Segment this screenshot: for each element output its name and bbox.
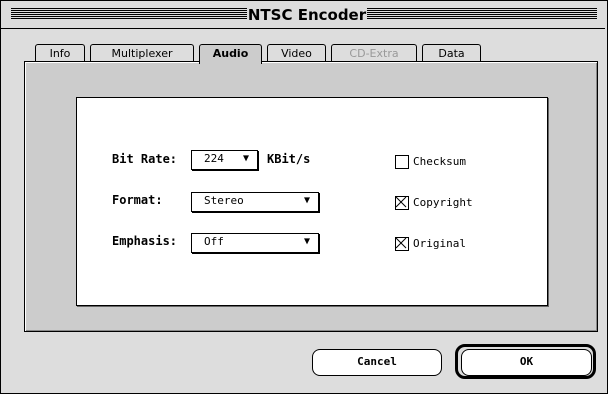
format-select[interactable]: Stereo ▼ (191, 192, 319, 212)
window-title: NTSC Encoder (247, 5, 367, 25)
chevron-down-icon: ▼ (242, 153, 249, 164)
tab-audio[interactable]: Audio (199, 44, 262, 64)
emphasis-label: Emphasis: (112, 234, 178, 248)
format-value: Stereo (204, 194, 244, 207)
bit-rate-unit: KBit/s (267, 152, 311, 166)
title-bar-stripes (11, 8, 247, 20)
chevron-down-icon: ▼ (303, 195, 310, 206)
bit-rate-label: Bit Rate: (112, 152, 178, 166)
bit-rate-value: 224 (204, 152, 224, 165)
bit-rate-select[interactable]: 224 ▼ (191, 150, 258, 170)
copyright-label: Copyright (413, 196, 473, 209)
checksum-label: Checksum (413, 155, 466, 168)
original-checkbox[interactable] (395, 237, 409, 251)
original-label: Original (413, 237, 466, 250)
title-bar-stripes (367, 8, 597, 20)
checksum-checkbox[interactable] (395, 155, 409, 169)
checkmark-x-icon (395, 237, 407, 249)
chevron-down-icon: ▼ (303, 236, 310, 247)
copyright-checkbox[interactable] (395, 196, 409, 210)
emphasis-value: Off (204, 235, 224, 248)
cancel-button[interactable]: Cancel (312, 349, 442, 376)
emphasis-select[interactable]: Off ▼ (191, 233, 319, 253)
ok-button[interactable]: OK (461, 349, 592, 376)
title-bar[interactable]: NTSC Encoder (1, 1, 605, 29)
checkmark-x-icon (395, 196, 407, 208)
format-label: Format: (112, 193, 163, 207)
